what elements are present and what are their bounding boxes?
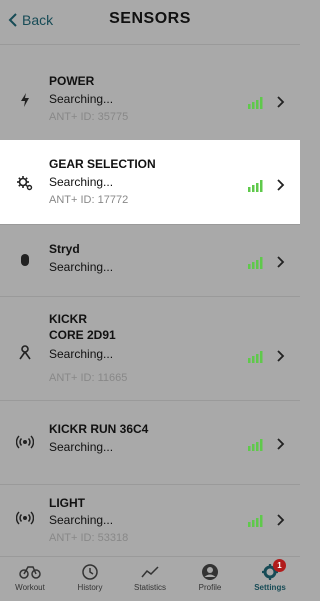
sensor-status: Searching... <box>49 513 114 527</box>
signal-strength-icon <box>248 351 263 363</box>
signal-strength-icon <box>248 180 263 192</box>
footpod-icon <box>21 254 29 266</box>
chevron-right-icon <box>277 179 285 191</box>
tab-label: Workout <box>15 583 45 592</box>
tab-workout[interactable]: Workout <box>0 557 60 601</box>
sensor-ant-id: ANT+ ID: 35775 <box>49 111 129 123</box>
chevron-right-icon <box>277 96 285 108</box>
tab-profile[interactable]: Profile <box>180 557 240 601</box>
sensor-row-kickr-core[interactable]: KICKR CORE 2D91 Searching... ANT+ ID: 11… <box>0 296 300 400</box>
tab-history[interactable]: History <box>60 557 120 601</box>
sensor-row-gear-selection[interactable]: GEAR SELECTION Searching... ANT+ ID: 177… <box>0 140 300 224</box>
chevron-right-icon <box>277 514 285 526</box>
sensor-status: Searching... <box>49 260 114 274</box>
signal-strength-icon <box>248 515 263 527</box>
chevron-right-icon <box>277 350 285 362</box>
trainer-icon <box>19 345 31 360</box>
bike-icon <box>19 566 41 579</box>
tab-settings[interactable]: Settings 1 <box>240 557 300 601</box>
sensor-row-light[interactable]: LIGHT Searching... ANT+ ID: 53318 <box>0 484 300 556</box>
sensor-name: KICKR RUN 36C4 <box>49 422 149 436</box>
page-title: SENSORS <box>109 10 191 27</box>
tab-label: Profile <box>198 583 222 592</box>
sensor-ant-id: ANT+ ID: 11665 <box>49 372 128 384</box>
tab-label: Statistics <box>133 583 166 592</box>
profile-icon <box>202 564 218 580</box>
signal-strength-icon <box>248 439 263 451</box>
sensor-name: POWER <box>49 74 95 88</box>
sensor-status: Searching... <box>49 175 114 189</box>
broadcast-icon <box>16 511 34 525</box>
notification-badge: 1 <box>273 559 286 572</box>
sensor-status: Searching... <box>49 92 114 106</box>
sensor-status: Searching... <box>49 440 114 454</box>
sensor-row-kickr-run[interactable]: KICKR RUN 36C4 Searching... <box>0 400 300 484</box>
sensor-name: GEAR SELECTION <box>49 157 156 171</box>
gear-icon <box>17 176 33 191</box>
sensor-ant-id: ANT+ ID: 53318 <box>49 532 129 544</box>
sensor-name-line1: KICKR <box>49 312 87 326</box>
tab-label: History <box>77 583 103 592</box>
history-icon <box>82 564 98 580</box>
bottom-tab-bar: Workout History Statistics Profile Setti… <box>0 556 300 601</box>
tab-statistics[interactable]: Statistics <box>120 557 180 601</box>
sensor-name: LIGHT <box>49 496 85 510</box>
lightning-icon <box>21 93 29 107</box>
sensor-status: Searching... <box>49 347 114 361</box>
top-bar: Back SENSORS <box>0 0 300 44</box>
sensor-name: Stryd <box>49 242 80 256</box>
sensor-name-line2: CORE 2D91 <box>49 328 116 342</box>
broadcast-icon <box>16 435 34 449</box>
signal-strength-icon <box>248 257 263 269</box>
chart-icon <box>141 566 159 578</box>
chevron-right-icon <box>277 438 285 450</box>
sensor-row-power[interactable]: POWER Searching... ANT+ ID: 35775 <box>0 44 300 128</box>
tab-label: Settings <box>254 583 286 592</box>
chevron-right-icon <box>277 256 285 268</box>
signal-strength-icon <box>248 97 263 109</box>
sensor-ant-id: ANT+ ID: 17772 <box>49 194 129 206</box>
